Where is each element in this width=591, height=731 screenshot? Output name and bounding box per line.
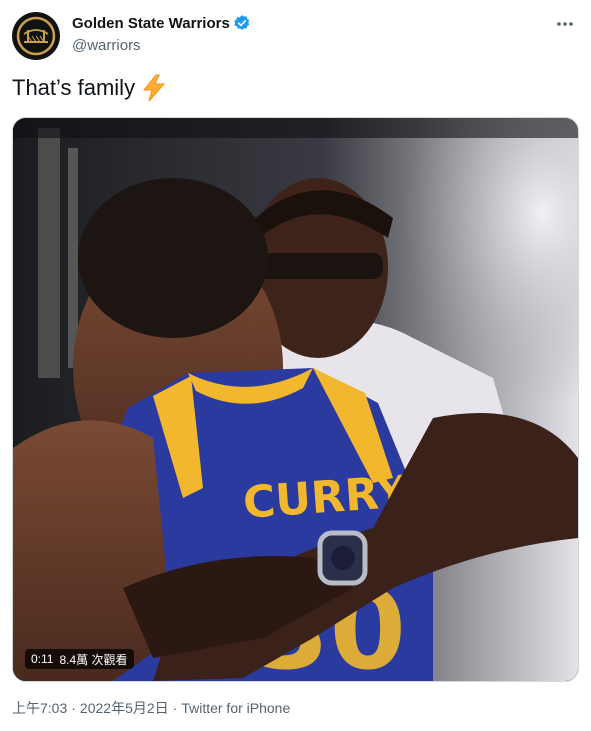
more-horizontal-icon <box>557 22 573 26</box>
more-options-button[interactable] <box>553 12 577 36</box>
display-name[interactable]: Golden State Warriors <box>72 15 230 32</box>
tweet-text: That’s family <box>12 74 167 102</box>
user-handle[interactable]: @warriors <box>72 37 141 54</box>
tweet-time[interactable]: 上午7:03 <box>12 698 67 718</box>
video-thumbnail: CURRY 30 <box>13 118 578 681</box>
tweet-date[interactable]: 2022年5月2日 <box>80 698 169 718</box>
video-info-badge: 0:11 8.4萬 次觀看 <box>25 649 134 669</box>
video-player[interactable]: CURRY 30 <box>12 117 579 682</box>
meta-separator: · <box>71 700 76 716</box>
author-name-row: Golden State Warriors <box>72 14 251 32</box>
lightning-bolt-icon <box>141 74 167 102</box>
avatar[interactable] <box>12 12 60 60</box>
video-duration: 0:11 <box>31 652 54 666</box>
tweet-metadata: 上午7:03 · 2022年5月2日 · Twitter for iPhone <box>12 698 290 718</box>
meta-separator: · <box>172 700 178 716</box>
tweet-source[interactable]: Twitter for iPhone <box>181 700 290 716</box>
warriors-logo-icon <box>16 16 56 56</box>
video-views: 8.4萬 次觀看 <box>59 652 128 667</box>
tweet-text-content: That’s family <box>12 75 136 100</box>
verified-badge-icon <box>233 14 251 32</box>
